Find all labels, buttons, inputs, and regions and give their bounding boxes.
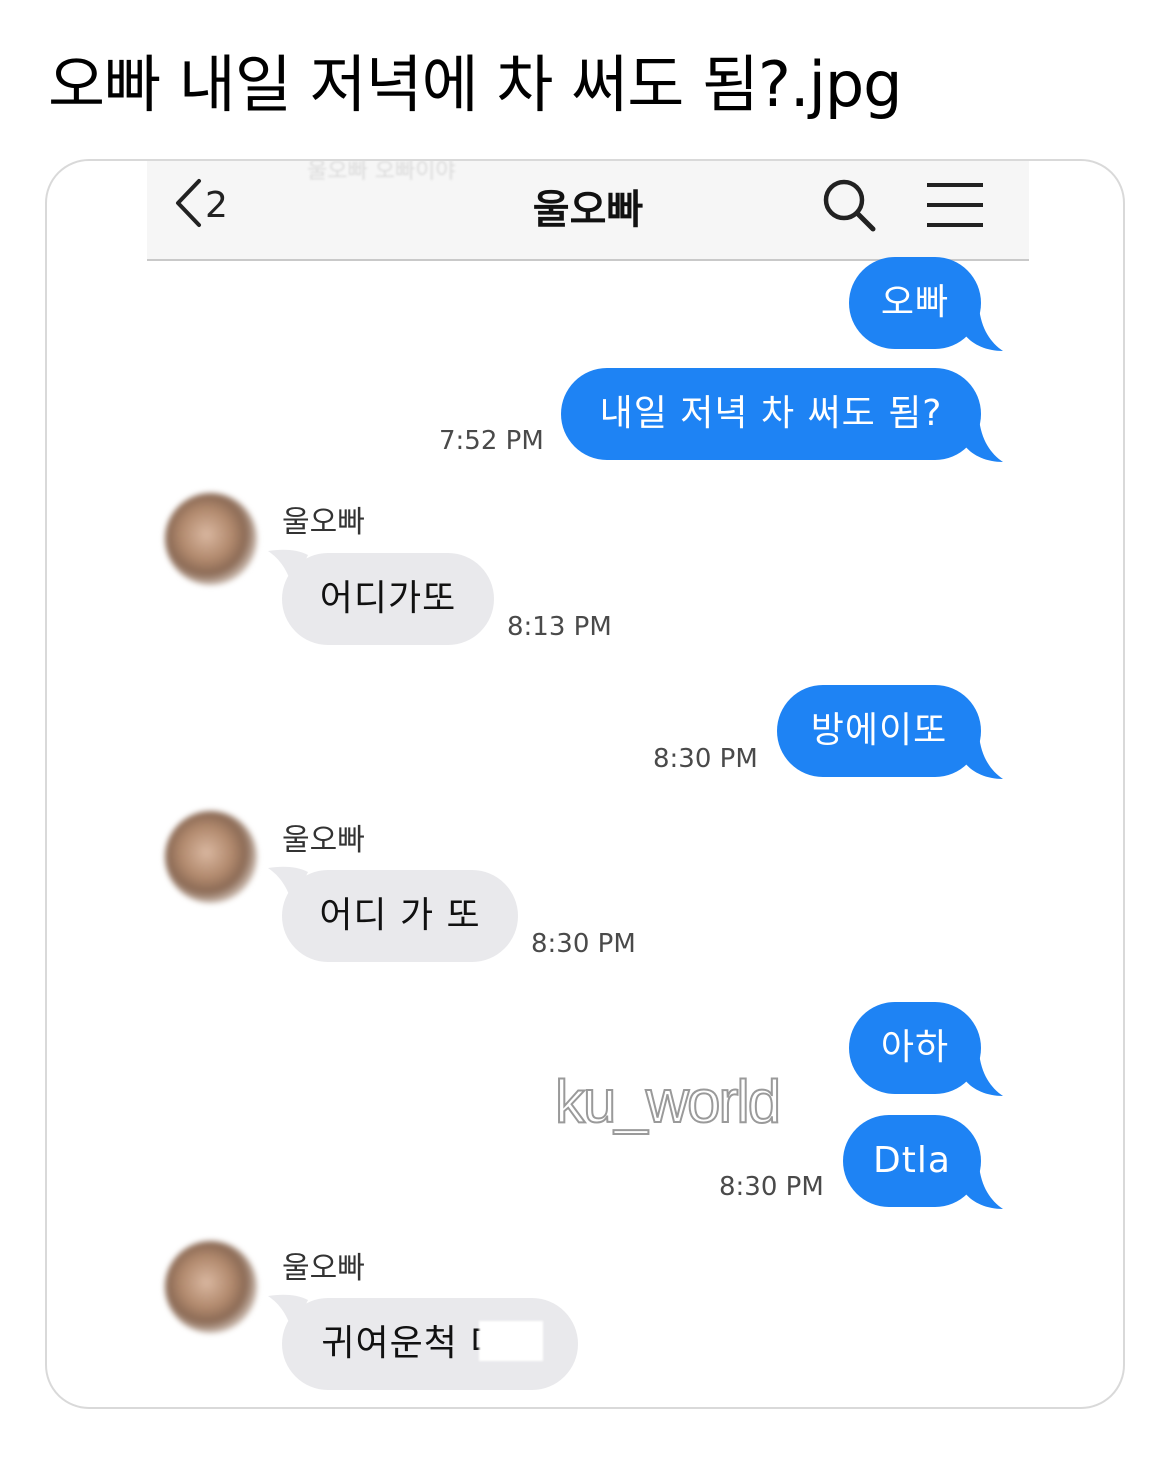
bubble-tail [268, 866, 308, 904]
message-bubble-outgoing[interactable]: 오빠 [849, 257, 981, 349]
message-timestamp: 7:52 PM [439, 426, 544, 456]
message-bubble-outgoing[interactable]: Dtla [843, 1115, 981, 1207]
censor-mask [479, 1321, 543, 1361]
bubble-tail [268, 549, 308, 587]
screenshot-card: 울오빠 오빠이야 2 울오빠 오빠 내일 저녁 차 써도 됨? 7:52 PM … [45, 159, 1125, 1409]
bubble-tail [965, 1052, 1003, 1096]
chat-screen: 울오빠 오빠이야 2 울오빠 오빠 내일 저녁 차 써도 됨? 7:52 PM … [147, 161, 1029, 1407]
menu-button[interactable] [925, 175, 985, 239]
sender-name: 울오빠 [282, 505, 365, 540]
bubble-tail [965, 418, 1003, 462]
chat-navbar: 울오빠 오빠이야 2 울오빠 [147, 161, 1029, 261]
contact-avatar[interactable] [165, 1241, 257, 1333]
bubble-tail [965, 1165, 1003, 1209]
contact-avatar[interactable] [165, 493, 257, 585]
message-timestamp: 8:30 PM [719, 1172, 824, 1202]
contact-avatar[interactable] [165, 811, 257, 903]
watermark: ku_world [554, 1067, 782, 1136]
message-bubble-incoming[interactable]: 어디가또 [282, 553, 494, 645]
sender-name: 울오빠 [282, 1251, 365, 1286]
message-bubble-outgoing[interactable]: 아하 [849, 1002, 981, 1094]
sender-name: 울오빠 [282, 823, 365, 858]
message-timestamp: 8:30 PM [531, 929, 636, 959]
bubble-tail [965, 307, 1003, 351]
bubble-tail [268, 1294, 308, 1332]
bubble-tail [965, 735, 1003, 779]
post-title: 오빠 내일 저녁에 차 써도 됨?.jpg [48, 48, 903, 121]
message-timestamp: 8:30 PM [653, 744, 758, 774]
message-timestamp: 8:13 PM [507, 612, 612, 642]
search-button[interactable] [819, 175, 879, 239]
search-icon [819, 179, 879, 239]
menu-icon [925, 183, 985, 239]
message-bubble-incoming[interactable]: 어디 가 또 [282, 870, 518, 962]
message-bubble-outgoing[interactable]: 방에이또 [777, 685, 981, 777]
message-bubble-outgoing[interactable]: 내일 저녁 차 써도 됨? [561, 368, 981, 460]
chat-title: 울오빠 [532, 187, 644, 233]
